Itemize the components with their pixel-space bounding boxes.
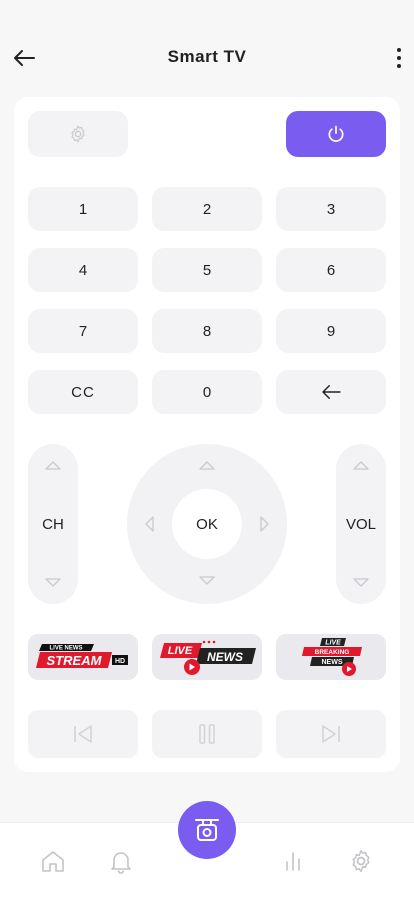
- stream-logo-tag: HD: [115, 658, 125, 665]
- key-0[interactable]: 0: [152, 370, 262, 414]
- nav-remote-button[interactable]: [178, 801, 236, 859]
- skip-back-icon: [74, 725, 92, 743]
- channel-shortcut-stream[interactable]: LIVE NEWS STREAM HD: [28, 634, 138, 680]
- pause-button[interactable]: [152, 710, 262, 758]
- channel-shortcut-breaking-news[interactable]: LIVE BREAKING NEWS: [276, 634, 386, 680]
- key-5[interactable]: 5: [152, 248, 262, 292]
- bell-icon: [111, 852, 131, 874]
- arrow-left-icon: [322, 385, 341, 399]
- next-button[interactable]: [276, 710, 386, 758]
- breaking-news-logo: LIVE BREAKING NEWS: [302, 638, 362, 676]
- direction-pad: OK: [127, 444, 287, 604]
- chart-bars-icon: [286, 852, 300, 871]
- closed-caption-button[interactable]: CC: [28, 370, 138, 414]
- key-4[interactable]: 4: [28, 248, 138, 292]
- channel-up-button[interactable]: [45, 460, 61, 470]
- key-6[interactable]: 6: [276, 248, 386, 292]
- key-3[interactable]: 3: [276, 187, 386, 231]
- remote-panel: 1 2 3 4 5 6 7 8 9 CC 0 CH OK VOL LIVE NE…: [14, 97, 400, 772]
- stream-logo-main: STREAM: [47, 653, 103, 668]
- dpad-right-button[interactable]: [260, 516, 270, 532]
- breaking-news-logo-mid: BREAKING: [315, 649, 350, 656]
- power-icon: [328, 125, 344, 142]
- backspace-button[interactable]: [276, 370, 386, 414]
- dpad-down-button[interactable]: [199, 576, 215, 586]
- breaking-news-logo-main: NEWS: [322, 659, 343, 666]
- remote-settings-button[interactable]: [28, 111, 128, 157]
- channel-shortcut-live-news[interactable]: LIVE NEWS: [152, 634, 262, 680]
- channel-rocker: CH: [28, 444, 78, 604]
- live-news-logo: LIVE NEWS: [160, 640, 256, 675]
- channel-label: CH: [42, 516, 64, 533]
- nav-stats[interactable]: [279, 847, 307, 875]
- live-news-logo-top: LIVE: [168, 645, 193, 657]
- power-button[interactable]: [286, 111, 386, 157]
- pause-icon: [199, 724, 215, 744]
- breaking-news-logo-top: LIVE: [325, 640, 341, 647]
- volume-down-button[interactable]: [353, 578, 369, 588]
- header: Smart TV: [0, 0, 414, 110]
- nav-home[interactable]: [39, 847, 67, 875]
- nav-notifications[interactable]: [107, 847, 135, 875]
- dpad-up-button[interactable]: [199, 460, 215, 470]
- stream-logo: LIVE NEWS STREAM HD: [36, 644, 128, 668]
- gear-icon: [352, 849, 370, 873]
- key-1[interactable]: 1: [28, 187, 138, 231]
- key-9[interactable]: 9: [276, 309, 386, 353]
- live-news-logo-main: NEWS: [207, 650, 243, 664]
- key-2[interactable]: 2: [152, 187, 262, 231]
- key-8[interactable]: 8: [152, 309, 262, 353]
- page-title: Smart TV: [167, 47, 247, 66]
- home-icon: [42, 851, 64, 872]
- key-7[interactable]: 7: [28, 309, 138, 353]
- volume-rocker: VOL: [336, 444, 386, 604]
- channel-down-button[interactable]: [45, 578, 61, 588]
- ok-button[interactable]: OK: [172, 489, 242, 559]
- previous-button[interactable]: [28, 710, 138, 758]
- remote-icon: [195, 819, 219, 841]
- volume-up-button[interactable]: [353, 460, 369, 470]
- volume-label: VOL: [345, 516, 376, 533]
- vertical-dots-icon: [397, 48, 401, 52]
- more-options-button[interactable]: [392, 44, 406, 72]
- dpad-left-button[interactable]: [144, 516, 154, 532]
- skip-forward-icon: [322, 725, 340, 743]
- stream-logo-top: LIVE NEWS: [49, 646, 82, 652]
- gear-icon: [71, 125, 85, 143]
- nav-settings[interactable]: [347, 847, 375, 875]
